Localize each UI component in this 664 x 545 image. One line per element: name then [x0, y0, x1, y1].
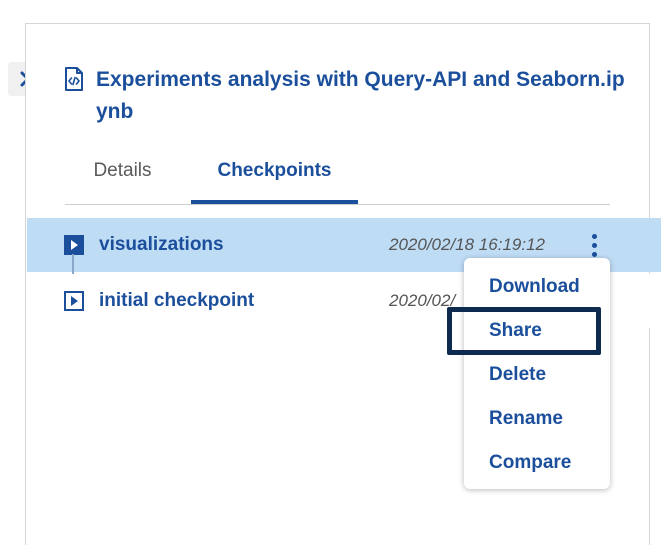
menu-item-delete[interactable]: Delete [489, 363, 546, 387]
file-header: Experiments analysis with Query-API and … [64, 64, 626, 128]
kebab-menu-icon[interactable] [583, 229, 605, 261]
menu-item-download[interactable]: Download [489, 275, 580, 299]
tab-checkpoints[interactable]: Checkpoints [191, 150, 358, 204]
panel-tabs: Details Checkpoints [65, 150, 610, 205]
checkpoint-name: visualizations [99, 234, 224, 255]
play-icon [64, 235, 84, 255]
menu-item-rename[interactable]: Rename [489, 407, 563, 431]
share-focus-highlight [447, 307, 601, 355]
play-icon [64, 291, 84, 311]
checkpoint-name: initial checkpoint [99, 290, 255, 311]
checkpoint-timestamp: 2020/02/ [389, 291, 456, 310]
checkpoint-context-menu: Download Share Delete Rename Compare [464, 258, 610, 489]
menu-item-compare[interactable]: Compare [489, 451, 571, 475]
screen: Experiments analysis with Query-API and … [0, 0, 664, 545]
checkpoint-timestamp: 2020/02/18 16:19:12 [389, 235, 545, 254]
notebook-file-icon [65, 67, 83, 91]
file-title: Experiments analysis with Query-API and … [96, 68, 625, 123]
tab-details[interactable]: Details [65, 150, 180, 204]
